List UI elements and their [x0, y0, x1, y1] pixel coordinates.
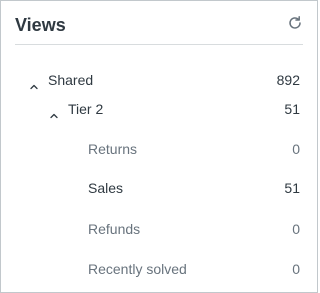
view-item-recently-solved[interactable]: Recently solved 0 [1, 257, 317, 281]
view-item-count: 0 [292, 261, 300, 277]
chevron-up-icon [49, 104, 59, 119]
view-item-count: 0 [292, 221, 300, 237]
view-item-sales[interactable]: Sales 51 [1, 176, 317, 200]
tree-group-count: 892 [276, 72, 300, 88]
tree-group-label: Shared [48, 72, 94, 88]
view-item-label: Recently solved [88, 261, 187, 277]
refresh-icon[interactable] [287, 15, 303, 31]
view-item-label: Sales [88, 180, 124, 196]
view-item-label: Refunds [88, 221, 141, 237]
view-item-count: 51 [284, 180, 300, 196]
tree-group-count: 51 [284, 101, 300, 117]
chevron-up-icon [29, 75, 39, 90]
tree-group-shared[interactable]: Shared 892 [1, 68, 317, 92]
view-item-returns[interactable]: Returns 0 [1, 137, 317, 161]
panel-header: Views [1, 1, 317, 45]
panel-title: Views [15, 15, 66, 35]
views-panel: Views Shared 892 Tier 2 51 Returns 0 Sal… [0, 0, 318, 293]
tree-group-label: Tier 2 [68, 101, 104, 117]
header-divider [15, 44, 303, 45]
tree-group-tier-2[interactable]: Tier 2 51 [1, 97, 317, 121]
view-item-refunds[interactable]: Refunds 0 [1, 217, 317, 241]
view-item-count: 0 [292, 141, 300, 157]
view-item-label: Returns [88, 141, 138, 157]
